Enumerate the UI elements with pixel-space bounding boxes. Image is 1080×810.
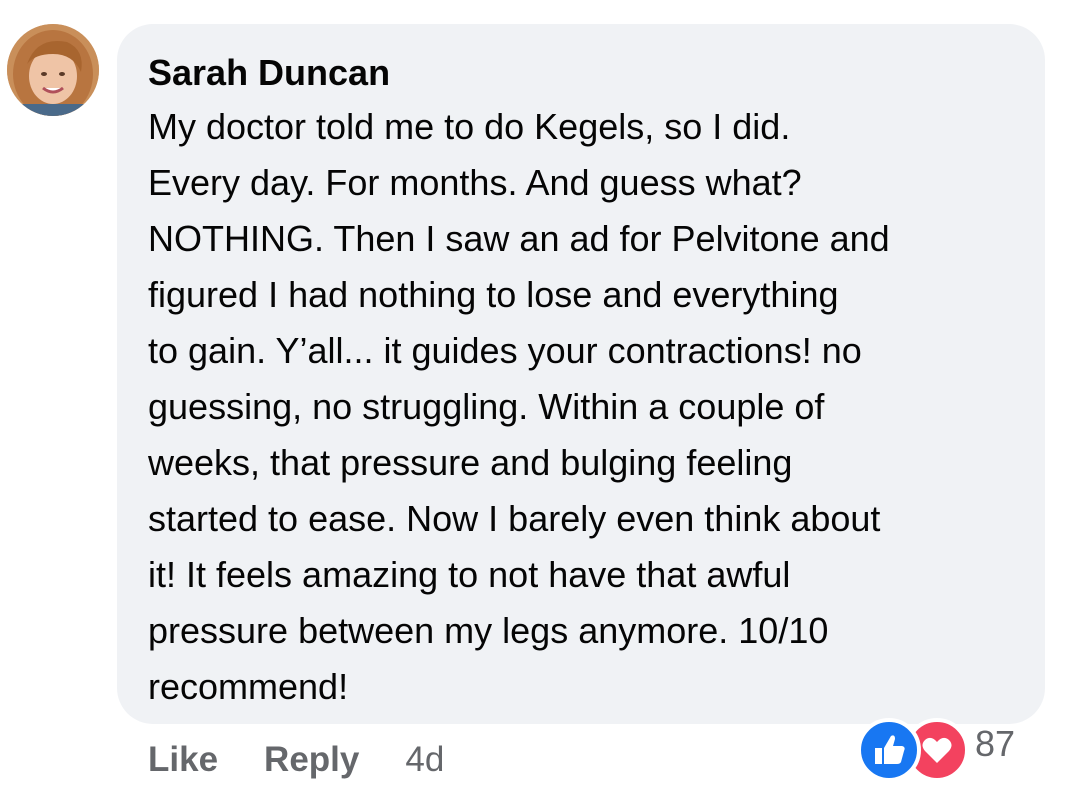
comment-text-line: started to ease. Now I barely even think…	[148, 498, 881, 539]
comment-text-line: to gain. Y’all... it guides your contrac…	[148, 330, 862, 371]
comment-text-line: guessing, no struggling. Within a couple…	[148, 386, 825, 427]
comment-author-name[interactable]: Sarah Duncan	[148, 51, 390, 95]
user-avatar-photo-icon	[7, 24, 99, 116]
reaction-count: 87	[975, 723, 1016, 764]
comment-timestamp[interactable]: 4d	[405, 740, 444, 780]
like-button[interactable]: Like	[148, 740, 218, 780]
comment-actions: Like Reply 4d	[148, 738, 444, 782]
comment-text-line: figured I had nothing to lose and everyt…	[148, 274, 839, 315]
reaction-icons	[857, 710, 969, 782]
reaction-summary[interactable]: 87	[857, 710, 1016, 782]
comment-text-line: NOTHING. Then I saw an ad for Pelvitone …	[148, 218, 890, 259]
like-icon	[857, 718, 921, 782]
comment-text-line: My doctor told me to do Kegels, so I did…	[148, 106, 791, 147]
comment-text-line: it! It feels amazing to not have that aw…	[148, 554, 791, 595]
avatar[interactable]	[7, 24, 99, 116]
comment-text-line: Every day. For months. And guess what?	[148, 162, 802, 203]
reply-button[interactable]: Reply	[264, 740, 359, 780]
comment-text: My doctor told me to do Kegels, so I did…	[148, 99, 1028, 715]
comment-text-line: pressure between my legs anymore. 10/10	[148, 610, 829, 651]
comment-text-line: recommend!	[148, 666, 349, 707]
comment-bubble: Sarah Duncan My doctor told me to do Keg…	[117, 24, 1045, 724]
comment-text-line: weeks, that pressure and bulging feeling	[148, 442, 793, 483]
